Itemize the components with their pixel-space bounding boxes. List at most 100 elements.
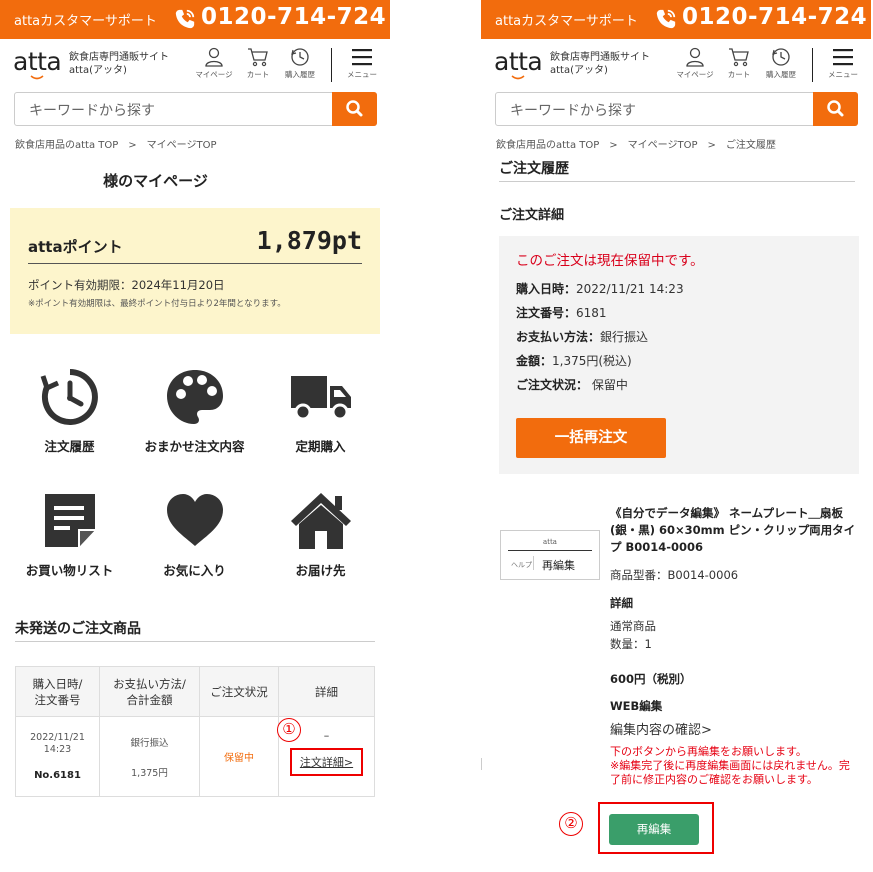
cell-payment: 銀行振込 1,375円 [99, 716, 200, 797]
support-bar: attaカスタマーサポート 0120-714-724 [481, 0, 871, 39]
search-bar[interactable]: キーワードから探す [495, 92, 858, 126]
menu-button[interactable]: メニュー [821, 47, 865, 80]
product-name[interactable]: 《自分でデータ編集》 ネームプレート＿扇板(銀・黒) 60×30mm ピン・クリ… [610, 505, 862, 556]
step-marker-2: ② [559, 812, 583, 836]
history-button[interactable]: 購入履歴 [759, 47, 803, 80]
tile-omakase[interactable]: おまかせ注文内容 [132, 366, 257, 455]
search-icon [346, 100, 363, 117]
order-number: No.6181 [34, 770, 81, 781]
page-title: 様のマイページ [103, 172, 208, 190]
phone-number[interactable]: 0120-714-724 [201, 4, 386, 30]
product-type: 通常商品 [610, 619, 656, 633]
menu-button[interactable]: メニュー [340, 47, 384, 80]
cart-button[interactable]: カート [236, 47, 280, 80]
section-title: ご注文詳細 [499, 208, 565, 223]
status-row: ご注文状況： 保留中 [516, 378, 628, 392]
search-input[interactable]: キーワードから探す [29, 100, 155, 120]
amount-row: 金額：1,375円(税込) [516, 354, 632, 368]
hamburger-icon [352, 49, 372, 66]
page-title: ご注文履歴 [499, 161, 569, 177]
product-model: 商品型番：B0014-0006 [610, 568, 739, 582]
bulk-reorder-button[interactable]: 一括再注文 [516, 418, 666, 458]
cell-date: 2022/11/21 14:23 No.6181 [15, 716, 100, 797]
clock-icon [772, 48, 790, 66]
tile-shopping-list[interactable]: お買い物リスト [7, 490, 132, 579]
cell-status: 保留中 [199, 716, 279, 797]
order-detail-link[interactable]: 注文詳細> [289, 748, 364, 776]
col-payment: お支払い方法/ 合計金額 [99, 666, 200, 717]
home-icon [290, 493, 351, 549]
heart-icon [166, 494, 223, 546]
user-icon [686, 47, 704, 67]
search-button[interactable] [332, 92, 377, 126]
section-divider [15, 641, 375, 642]
breadcrumb[interactable]: 飲食店用品のatta TOP > マイページTOP > ご注文履歴 [496, 136, 776, 151]
points-note: ※ポイント有効期限は、最終ポイント付与日より2年間となります。 [28, 299, 286, 309]
table-row: 2022/11/21 14:23 No.6181 銀行振込 1,375円 保留中… [15, 716, 375, 797]
order-summary-box: このご注文は現在保留中です。 購入日時：2022/11/21 14:23 注文番… [499, 236, 859, 474]
site-description: 飲食店専門通販サイト atta(アッタ) [550, 52, 650, 76]
order-detail-panel: attaカスタマーサポート 0120-714-724 atta 飲食店専門通販サ… [481, 0, 871, 872]
logo-smile-icon [511, 75, 525, 80]
hold-warning: このご注文は現在保留中です。 [516, 253, 704, 269]
product-price: 600円（税別） [610, 672, 692, 686]
points-expiry: ポイント有効期限：2024年11月20日 [28, 278, 225, 292]
site-header: atta 飲食店専門通販サイト atta(アッタ) マイページ カート 購入履歴… [481, 39, 871, 87]
unsent-orders-title: 未発送のご注文商品 [15, 621, 141, 637]
support-bar: attaカスタマーサポート 0120-714-724 [0, 0, 390, 39]
user-icon [205, 47, 223, 67]
cart-icon [248, 48, 268, 67]
payment-row: お支払い方法：銀行振込 [516, 330, 649, 344]
mypage-button[interactable]: マイページ [192, 47, 236, 80]
cart-icon [729, 48, 749, 67]
edit-confirm-link[interactable]: 編集内容の確認> [610, 719, 712, 738]
col-status: ご注文状況 [199, 666, 279, 717]
palette-icon [166, 370, 223, 424]
tile-order-history[interactable]: 注文履歴 [7, 366, 132, 455]
tile-favorites[interactable]: お気に入り [132, 490, 257, 579]
support-label: attaカスタマーサポート [14, 14, 157, 29]
order-number-row: 注文番号：6181 [516, 306, 607, 320]
search-input[interactable]: キーワードから探す [510, 100, 636, 120]
hamburger-icon [833, 49, 853, 66]
truck-icon [290, 376, 351, 421]
search-button[interactable] [813, 92, 858, 126]
title-divider [499, 181, 855, 182]
col-detail: 詳細 [278, 666, 375, 717]
detail-label: 詳細 [610, 596, 633, 610]
header-divider [812, 48, 813, 82]
mypage-panel: attaカスタマーサポート 0120-714-724 atta 飲食店専門通販サ… [0, 0, 390, 872]
step-marker-1: ① [277, 718, 301, 742]
reedit-button[interactable]: 再編集 [609, 814, 699, 845]
points-divider [28, 263, 362, 264]
atta-logo[interactable]: atta [494, 47, 543, 76]
history-button[interactable]: 購入履歴 [278, 47, 322, 80]
site-description: 飲食店専門通販サイト atta(アッタ) [69, 52, 169, 76]
phone-icon [656, 9, 676, 29]
breadcrumb[interactable]: 飲食店用品のatta TOP > マイページTOP [15, 136, 216, 151]
phone-icon [175, 9, 195, 29]
points-card: attaポイント 1,879pt ポイント有効期限：2024年11月20日 ※ポ… [10, 208, 380, 334]
col-date: 購入日時/ 注文番号 [15, 666, 100, 717]
phone-number[interactable]: 0120-714-724 [682, 4, 867, 30]
product-qty: 数量：1 [610, 637, 652, 651]
clock-icon [291, 48, 309, 66]
reedit-notice: 下のボタンから再編集をお願いします。 ※編集完了後に再度編集画面には戻れません。… [610, 745, 850, 786]
logo-smile-icon [30, 75, 44, 80]
clock-history-icon [40, 369, 98, 425]
points-label: attaポイント [28, 238, 123, 256]
margin-line [481, 758, 482, 770]
product-thumbnail[interactable]: atta ヘルプ 再編集 [500, 530, 600, 580]
note-list-icon [44, 494, 95, 547]
atta-logo[interactable]: atta [13, 47, 62, 76]
tile-addresses[interactable]: お届け先 [258, 490, 383, 579]
status-badge: 保留中 [224, 753, 254, 764]
search-bar[interactable]: キーワードから探す [14, 92, 377, 126]
cart-button[interactable]: カート [717, 47, 761, 80]
points-value: 1,879pt [256, 226, 362, 255]
search-icon [827, 100, 844, 117]
orders-table: 購入日時/ 注文番号 お支払い方法/ 合計金額 ご注文状況 詳細 2022/11… [15, 666, 375, 797]
mypage-button[interactable]: マイページ [673, 47, 717, 80]
tile-subscription[interactable]: 定期購入 [258, 366, 383, 455]
order-date-row: 購入日時：2022/11/21 14:23 [516, 282, 684, 296]
